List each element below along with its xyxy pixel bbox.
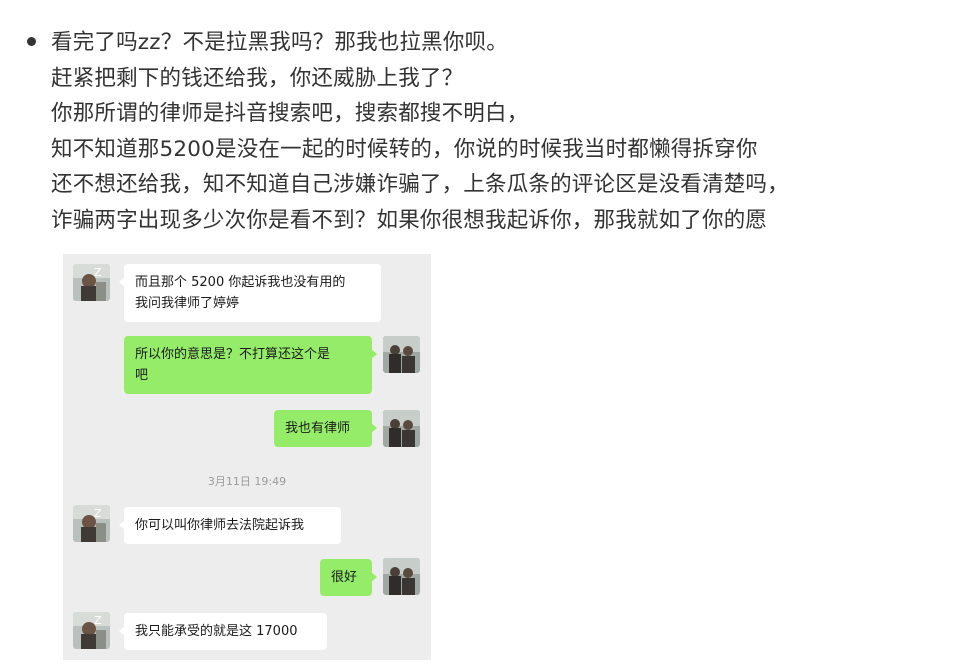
message-text: 你可以叫你律师去法院起诉我	[135, 518, 305, 533]
svg-text:Z: Z	[94, 266, 102, 279]
post-line: 你那所谓的律师是抖音搜索吧，搜索都搜不明白，	[51, 101, 529, 126]
message-text: 很好	[331, 570, 358, 585]
outgoing-message: 所以你的意思是？不打算还这个是 吧	[124, 336, 377, 394]
contact-avatar[interactable]: Z	[73, 612, 110, 649]
incoming-message: 我只能承受的就是这 17000	[119, 613, 327, 650]
post-line: 知不知道那5200是没在一起的时候转的，你说的时候我当时都懒得拆穿你	[51, 136, 758, 162]
post-line: 诈骗两字出现多少次你是看不到？如果你很想我起诉你，那我就如了你的愿	[51, 207, 768, 233]
self-avatar[interactable]	[383, 336, 420, 373]
message-text: 我只能承受的就是这 17000	[135, 624, 298, 639]
outgoing-message: 我也有律师	[274, 410, 377, 447]
contact-avatar[interactable]: Z	[73, 505, 110, 542]
message-text: 而且那个 5200 你起诉我也没有用的 我问我律师了婷婷	[135, 275, 346, 311]
svg-text:Z: Z	[94, 507, 102, 520]
contact-avatar[interactable]: Z	[73, 264, 110, 301]
incoming-message: 而且那个 5200 你起诉我也没有用的 我问我律师了婷婷	[119, 264, 381, 322]
outgoing-message: 很好	[320, 559, 377, 596]
post-line: 看完了吗zz？不是拉黑我吗？那我也拉黑你呗。	[51, 30, 508, 55]
post-text: 看完了吗zz？不是拉黑我吗？那我也拉黑你呗。 赶紧把剩下的钱还给我，你还威胁上我…	[51, 25, 956, 238]
post-line: 赶紧把剩下的钱还给我，你还威胁上我了？	[51, 65, 464, 91]
post-line: 还不想还给我，知不知道自己涉嫌诈骗了，上条瓜条的评论区是没看清楚吗，	[51, 172, 789, 197]
message-text: 我也有律师	[285, 421, 351, 436]
self-avatar[interactable]	[383, 410, 420, 447]
message-text: 所以你的意思是？不打算还这个是 吧	[135, 347, 331, 383]
incoming-message: 你可以叫你律师去法院起诉我	[119, 507, 341, 544]
svg-text:Z: Z	[94, 614, 102, 627]
chat-timestamp: 3月11日 19:49	[207, 475, 287, 488]
chat-screenshot: Z 而且那个 5200 你起诉我也没有用的 我问我律师了婷婷 所以你的意思是？不…	[63, 254, 431, 660]
bullet-dot	[27, 37, 36, 46]
self-avatar[interactable]	[383, 558, 420, 595]
